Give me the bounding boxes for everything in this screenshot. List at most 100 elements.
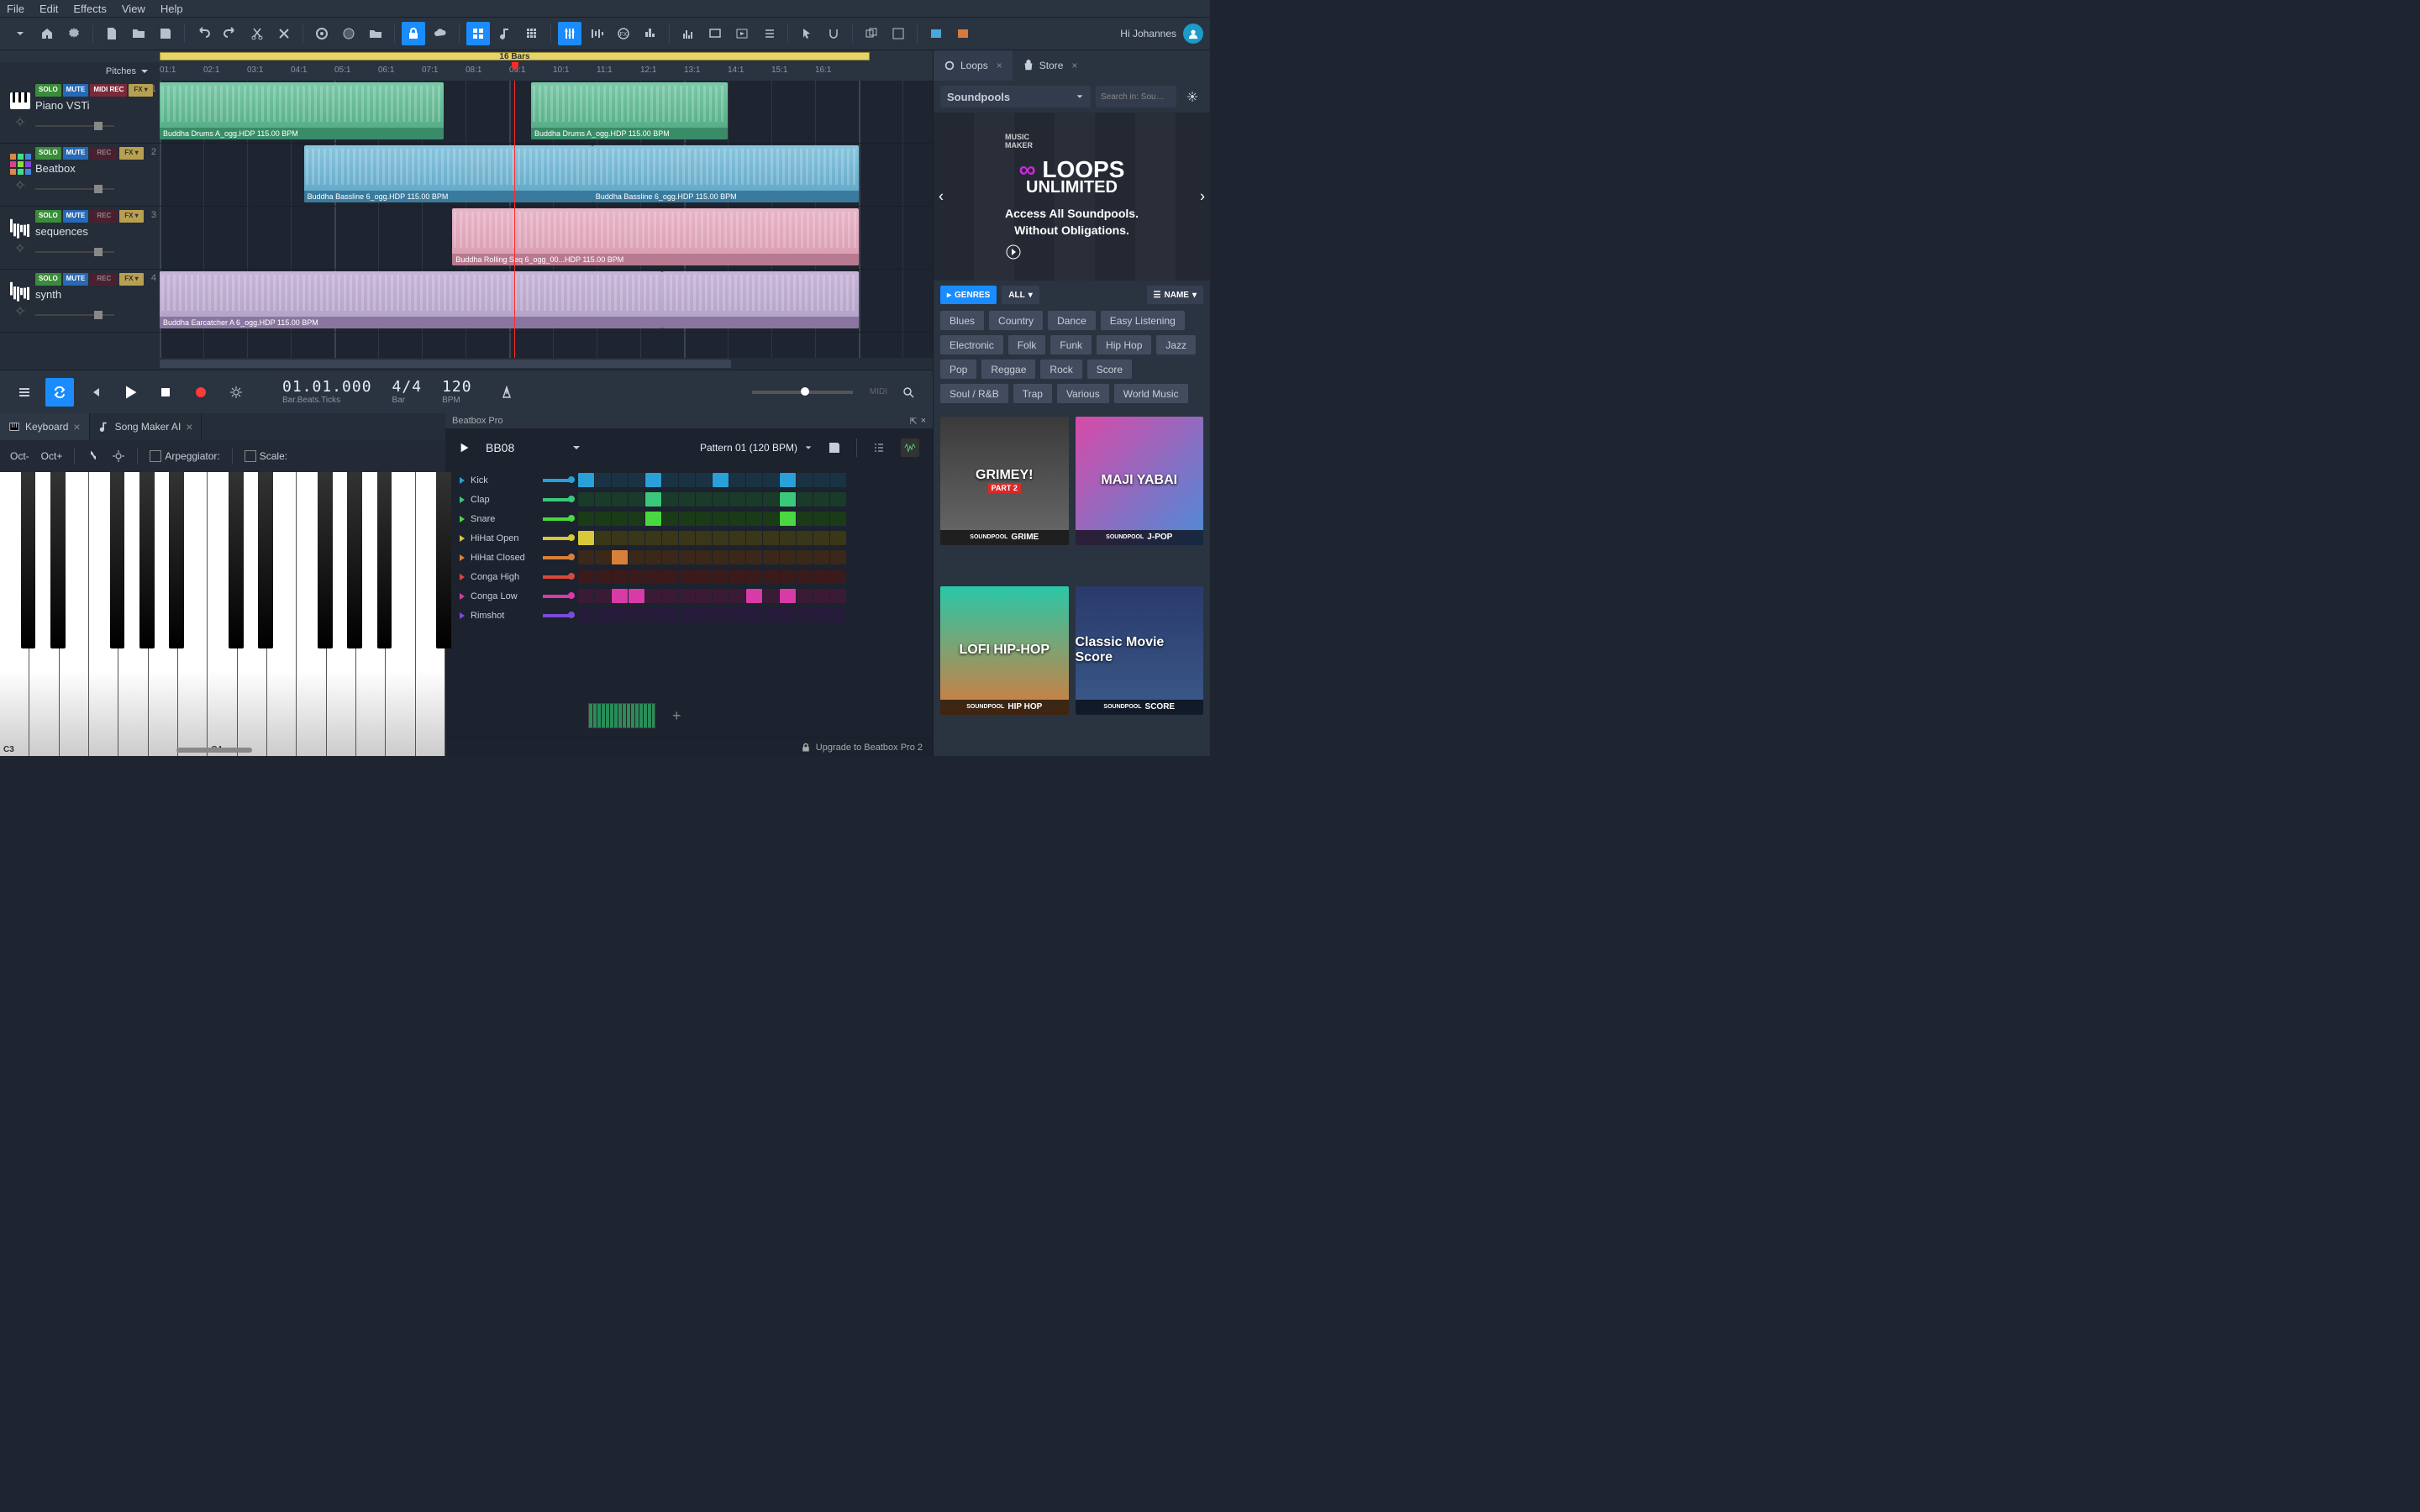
step-cell[interactable] xyxy=(797,512,813,526)
step-cell[interactable] xyxy=(612,492,628,507)
step-cell[interactable] xyxy=(729,550,745,564)
menu-file[interactable]: File xyxy=(7,3,24,15)
step-cell[interactable] xyxy=(797,608,813,622)
genre-chip[interactable]: Easy Listening xyxy=(1101,311,1185,330)
step-cell[interactable] xyxy=(729,512,745,526)
step-cell[interactable] xyxy=(595,589,611,603)
step-cell[interactable] xyxy=(578,570,594,584)
black-key[interactable] xyxy=(50,472,65,648)
row-play-icon[interactable] xyxy=(459,516,466,522)
octave-up-button[interactable]: Oct+ xyxy=(41,450,63,462)
piano-keyboard[interactable]: C3C4 xyxy=(0,472,445,756)
fx-icon[interactable]: FX xyxy=(612,22,635,45)
step-cell[interactable] xyxy=(797,473,813,487)
eq-icon[interactable] xyxy=(585,22,608,45)
save-icon[interactable] xyxy=(154,22,177,45)
row-play-icon[interactable] xyxy=(459,612,466,619)
record-button[interactable] xyxy=(187,378,215,407)
track-volume-slider[interactable] xyxy=(35,180,114,198)
tab-loops[interactable]: Loops × xyxy=(934,50,1013,81)
step-cell[interactable] xyxy=(679,589,695,603)
search-input[interactable]: Search in: Sou… xyxy=(1096,86,1176,108)
transport-settings-icon[interactable] xyxy=(222,378,250,407)
step-cell[interactable] xyxy=(679,492,695,507)
horizontal-scrollbar[interactable] xyxy=(0,358,933,370)
step-cell[interactable] xyxy=(746,492,762,507)
audio-clip[interactable] xyxy=(662,271,859,328)
step-cell[interactable] xyxy=(713,531,729,545)
record-target-icon[interactable] xyxy=(310,22,334,45)
promo-next-icon[interactable]: › xyxy=(1200,188,1205,206)
step-cell[interactable] xyxy=(746,608,762,622)
step-cell[interactable] xyxy=(595,608,611,622)
soundpool-pack[interactable]: GRIMEY!PART 2SOUNDPOOL GRIME xyxy=(940,417,1069,545)
step-cell[interactable] xyxy=(679,570,695,584)
step-cell[interactable] xyxy=(830,608,846,622)
step-cell[interactable] xyxy=(780,492,796,507)
search-icon[interactable] xyxy=(894,378,923,407)
audio-clip[interactable]: Buddha Drums A_ogg.HDP 115.00 BPM xyxy=(531,82,728,139)
step-cell[interactable] xyxy=(629,492,644,507)
black-key[interactable] xyxy=(21,472,35,648)
mixer-icon[interactable] xyxy=(558,22,581,45)
step-cell[interactable] xyxy=(797,550,813,564)
row-play-icon[interactable] xyxy=(459,593,466,600)
arpeggiator-toggle[interactable]: Arpeggiator: xyxy=(150,450,219,463)
close-icon[interactable]: × xyxy=(921,416,926,427)
track-header[interactable]: SOLOMUTERECFX ▾ Beatbox 2 xyxy=(0,144,160,207)
step-cell[interactable] xyxy=(662,512,678,526)
step-cell[interactable] xyxy=(780,570,796,584)
step-cell[interactable] xyxy=(629,608,644,622)
loop-button[interactable] xyxy=(45,378,74,407)
save-pattern-icon[interactable] xyxy=(828,441,841,454)
keyboard-scroll[interactable] xyxy=(176,748,252,753)
step-cell[interactable] xyxy=(763,492,779,507)
step-cell[interactable] xyxy=(578,512,594,526)
step-cell[interactable] xyxy=(662,531,678,545)
row-volume[interactable] xyxy=(543,614,573,617)
track-lane[interactable]: Buddha Drums A_ogg.HDP 115.00 BPM Buddha … xyxy=(160,81,933,144)
menu-edit[interactable]: Edit xyxy=(39,3,58,15)
genre-chip[interactable]: Score xyxy=(1087,360,1132,379)
step-cell[interactable] xyxy=(696,608,712,622)
promo-banner[interactable]: ‹ › MUSICMAKER ∞ LOOPS UNLIMITED Access … xyxy=(934,113,1210,281)
cloud-icon[interactable] xyxy=(429,22,452,45)
step-cell[interactable] xyxy=(746,531,762,545)
matrix-view-icon[interactable] xyxy=(520,22,544,45)
genre-chip[interactable]: Dance xyxy=(1048,311,1096,330)
kit-dropdown[interactable]: BB08 xyxy=(486,441,581,454)
play-button[interactable] xyxy=(116,378,145,407)
audio-clip[interactable]: Buddha Rolling Seq 6_ogg_00...HDP 115.00… xyxy=(452,208,859,265)
step-cell[interactable] xyxy=(629,473,644,487)
track-header[interactable]: SOLOMUTEMIDI RECFX ▾ Piano VSTi 1 xyxy=(0,81,160,144)
step-cell[interactable] xyxy=(746,512,762,526)
genre-chip[interactable]: Folk xyxy=(1008,335,1046,354)
step-cell[interactable] xyxy=(696,589,712,603)
close-icon[interactable]: × xyxy=(73,420,80,433)
step-cell[interactable] xyxy=(696,550,712,564)
step-cell[interactable] xyxy=(830,531,846,545)
audio-clip[interactable]: Buddha Bassline 6_ogg.HDP 115.00 BPM xyxy=(304,145,592,202)
pattern-thumbnail[interactable] xyxy=(588,703,655,728)
row-volume[interactable] xyxy=(543,595,573,598)
step-cell[interactable] xyxy=(713,473,729,487)
track-header[interactable]: SOLOMUTERECFX ▾ synth 4 xyxy=(0,270,160,333)
audio-clip[interactable]: Buddha Drums A_ogg.HDP 115.00 BPM xyxy=(160,82,444,139)
step-cell[interactable] xyxy=(780,608,796,622)
genre-chip[interactable]: Pop xyxy=(940,360,976,379)
sort-name[interactable]: ☰ NAME ▾ xyxy=(1147,286,1203,304)
step-cell[interactable] xyxy=(595,473,611,487)
track-lane[interactable]: Buddha Bassline 6_ogg.HDP 115.00 BPMBudd… xyxy=(160,144,933,207)
bpm-display[interactable]: 120 xyxy=(442,378,472,396)
rewind-button[interactable] xyxy=(81,378,109,407)
filter-genres[interactable]: ▸ GENRES xyxy=(940,286,997,304)
track-volume-slider[interactable] xyxy=(35,306,114,324)
grid-view-icon[interactable] xyxy=(466,22,490,45)
step-cell[interactable] xyxy=(797,589,813,603)
step-cell[interactable] xyxy=(645,608,661,622)
track-header[interactable]: SOLOMUTERECFX ▾ sequences 3 xyxy=(0,207,160,270)
step-cell[interactable] xyxy=(830,473,846,487)
step-cell[interactable] xyxy=(578,492,594,507)
row-play-icon[interactable] xyxy=(459,535,466,542)
screen-icon[interactable] xyxy=(703,22,727,45)
